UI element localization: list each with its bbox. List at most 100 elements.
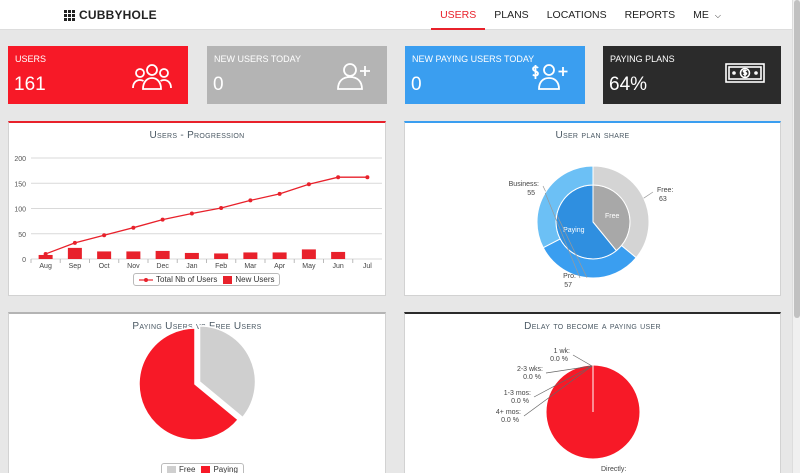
legend-item-free[interactable]: Free — [167, 465, 195, 473]
y-tick-label: 100 — [14, 207, 26, 214]
stat-label: NEW PAYING USERS TODAY — [412, 54, 535, 64]
legend-label: Total Nb of Users — [156, 275, 218, 284]
x-tick-label: Sep — [69, 263, 82, 270]
dollar-user-plus-icon — [532, 64, 568, 90]
stat-card-new-users-today: NEW USERS TODAY 0 — [207, 46, 387, 104]
point-total-users — [72, 240, 77, 245]
delay-to-paying-panel: Delay to become a paying user 1 wk: 0.0 %… — [404, 312, 781, 473]
page-scrollbar[interactable] — [792, 0, 800, 473]
point-total-users — [131, 225, 136, 230]
nav-item-me-label: ME — [693, 9, 709, 21]
point-total-users — [248, 198, 253, 203]
bar-new-users — [126, 251, 141, 259]
legend-label: New Users — [235, 275, 275, 284]
y-tick-label: 200 — [14, 156, 26, 163]
point-total-users — [336, 175, 341, 180]
x-tick-label: Jan — [186, 263, 197, 270]
inner-slice-label: Free — [605, 213, 620, 220]
scrollbar-thumb[interactable] — [794, 0, 800, 318]
stat-value: 161 — [14, 74, 46, 95]
x-tick-label: Dec — [156, 263, 169, 270]
slice-label: Business: — [509, 181, 539, 188]
stat-card-new-paying-users-today: NEW PAYING USERS TODAY 0 — [405, 46, 585, 104]
slice-value: 55 — [527, 190, 535, 197]
bar-new-users — [97, 251, 112, 259]
paying-vs-free-panel: Paying Users vs Free Users Free Paying — [8, 312, 386, 473]
x-tick-label: Aug — [39, 263, 52, 270]
y-tick-label: 150 — [14, 181, 26, 188]
x-tick-label: Feb — [215, 263, 227, 270]
bar-new-users — [272, 252, 287, 259]
users-progression-chart: 0 50 100 150 200 Aug Sep Oct Nov Dec Jan Feb Mar Apr M… — [14, 156, 382, 270]
stat-value: 0 — [213, 74, 224, 95]
point-total-users — [306, 182, 311, 187]
legend-item-new-users[interactable]: New Users — [223, 275, 274, 284]
x-tick-label: Mar — [244, 263, 257, 270]
bar-new-users — [331, 251, 346, 259]
slice-label: Directly: — [601, 466, 626, 473]
banknote-icon — [725, 63, 765, 83]
top-navbar: CUBBYHOLE USERS PLANS LOCATIONS REPORTS … — [0, 0, 792, 30]
bar-new-users — [214, 253, 229, 259]
x-tick-label: Jun — [332, 263, 343, 270]
stat-value: 64% — [609, 74, 648, 95]
nav-item-locations[interactable]: LOCATIONS — [538, 0, 616, 30]
brand-logo[interactable]: CUBBYHOLE — [64, 8, 157, 22]
legend-label: Paying — [213, 465, 238, 473]
stat-card-users: USERS 161 — [8, 46, 188, 104]
point-total-users — [160, 217, 165, 222]
x-tick-label: Apr — [274, 263, 286, 270]
nav-item-reports[interactable]: REPORTS — [616, 0, 685, 30]
slice-label: 4+ mos: — [496, 409, 521, 416]
legend-swatch — [223, 275, 233, 284]
user-plan-share-panel: User plan share Free Paying Free: 63 Busines… — [404, 121, 781, 296]
line-marker-icon — [139, 277, 153, 282]
bar-new-users — [155, 250, 170, 259]
point-total-users — [277, 191, 282, 196]
legend-item-total[interactable]: Total Nb of Users — [139, 275, 217, 284]
slice-value: 57 — [564, 282, 572, 289]
y-tick-label: 50 — [18, 232, 26, 239]
stat-card-paying-plans: PAYING PLANS 64% — [603, 46, 781, 104]
user-plan-share-chart: Free Paying Free: 63 Business: 55 Pro: 57 — [509, 165, 673, 289]
stat-label: USERS — [15, 54, 47, 64]
slice-label: 1 wk: — [554, 348, 570, 355]
user-plus-icon — [337, 63, 370, 90]
bar-new-users — [243, 252, 258, 259]
slice-label: 1-3 mos: — [504, 390, 531, 397]
legend-label: Free — [179, 465, 196, 473]
x-tick-label: Nov — [127, 263, 140, 270]
legend-swatch — [201, 465, 211, 473]
stat-label: PAYING PLANS — [610, 54, 675, 64]
legend-swatch — [167, 465, 176, 473]
bar-new-users — [184, 252, 199, 259]
delay-to-paying-chart: 1 wk:0.0 %2-3 wks:0.0 %1-3 mos:0.0 %4+ m… — [496, 348, 641, 473]
x-tick-label: May — [302, 263, 316, 270]
x-tick-label: Oct — [99, 263, 110, 270]
slice-value: 0.0 % — [550, 356, 568, 363]
nav-item-me[interactable]: ME ⌵ — [684, 0, 730, 30]
legend-item-paying[interactable]: Paying — [201, 465, 238, 473]
stat-value: 0 — [411, 74, 422, 95]
slice-value: 0.0 % — [523, 374, 541, 381]
slice-connector — [572, 354, 593, 367]
inner-slice-label: Paying — [563, 227, 585, 234]
chevron-down-icon: ⌵ — [714, 11, 721, 20]
slice-label: 2-3 wks: — [517, 366, 543, 373]
grid-icon — [64, 9, 75, 21]
point-total-users — [365, 175, 370, 180]
point-total-users — [189, 211, 194, 216]
chart-legend: Total Nb of Users New Users — [133, 273, 281, 286]
brand-name: CUBBYHOLE — [79, 8, 157, 22]
slice-label: Pro: — [563, 273, 576, 280]
nav-item-plans[interactable]: PLANS — [485, 0, 537, 30]
slice-value: 0.0 % — [511, 398, 529, 405]
slice-value: 63 — [659, 196, 667, 203]
main-nav: USERS PLANS LOCATIONS REPORTS ME ⌵ — [431, 0, 730, 30]
nav-item-users[interactable]: USERS — [431, 0, 486, 30]
point-total-users — [219, 205, 224, 210]
bar-new-users — [67, 247, 82, 259]
users-group-icon — [132, 64, 172, 90]
point-total-users — [43, 251, 48, 256]
slice-connector — [643, 191, 654, 199]
